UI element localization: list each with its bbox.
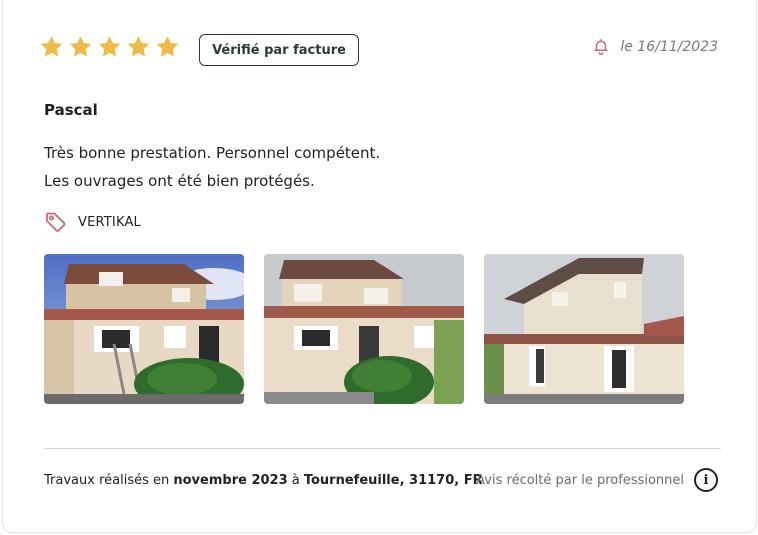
star-icon: [126, 34, 151, 60]
divider: [44, 448, 721, 449]
info-icon[interactable]: i: [694, 468, 718, 492]
photo-gallery: [44, 254, 684, 404]
works-mid: à: [287, 473, 304, 488]
company-tag[interactable]: VERTIKAL: [44, 210, 141, 234]
review-photo[interactable]: [484, 254, 684, 404]
author-name: Pascal: [44, 101, 98, 119]
works-location: Tournefeuille, 31170, FR: [303, 473, 483, 488]
works-month: novembre 2023: [173, 473, 288, 488]
verified-invoice-badge[interactable]: Vérifié par facture: [199, 34, 359, 66]
collected-info: Avis récolté par le professionnel i: [476, 468, 718, 492]
works-prefix: Travaux réalisés en: [44, 473, 174, 488]
star-icon: [68, 34, 93, 60]
collected-label: Avis récolté par le professionnel: [476, 472, 684, 488]
review-date: le 16/11/2023: [592, 37, 718, 56]
review-line: Très bonne prestation. Personnel compéte…: [44, 144, 381, 162]
review-photo[interactable]: [44, 254, 244, 404]
company-name: VERTIKAL: [78, 214, 142, 230]
rating-stars: [39, 34, 180, 60]
star-icon: [97, 34, 122, 60]
review-card: Vérifié par facture le 16/11/2023 Pascal…: [2, 0, 757, 533]
tag-icon: [44, 210, 68, 234]
review-line: Les ouvrages ont été bien protégés.: [44, 172, 315, 190]
review-photo[interactable]: [264, 254, 464, 404]
star-icon: [39, 34, 64, 60]
bell-icon[interactable]: [592, 37, 610, 56]
star-icon: [155, 34, 180, 60]
date-text: le 16/11/2023: [620, 38, 718, 55]
review-body: Très bonne prestation. Personnel compéte…: [44, 139, 380, 195]
works-info: Travaux réalisés en novembre 2023 à Tour…: [44, 473, 483, 488]
